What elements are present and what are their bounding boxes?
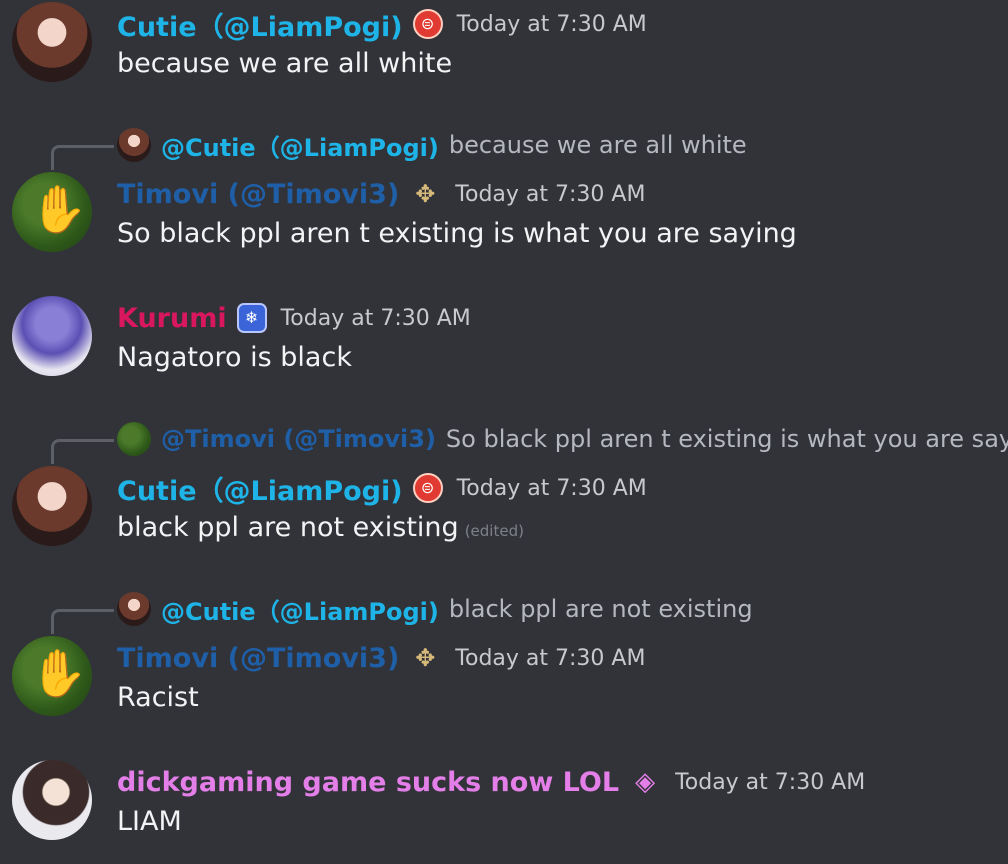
timestamp: Today at 7:30 AM [455,181,646,207]
avatar-timovi[interactable]: ✋ [12,636,92,716]
timestamp: Today at 7:30 AM [456,11,647,37]
reply-username[interactable]: @Timovi (@Timovi3) [161,425,436,453]
reply-connector [51,609,114,634]
reply-connector [51,145,114,170]
username[interactable]: Cutie（@LiamPogi) [117,469,403,508]
edited-label: (edited) [464,522,524,540]
reply-avatar [117,128,151,162]
reply-preview[interactable]: @Timovi (@Timovi3) So black ppl aren t e… [0,419,1008,464]
reply-preview[interactable]: @Cutie（@LiamPogi) black ppl are not exis… [0,589,1008,634]
message-text: Racist [117,682,199,713]
reply-username[interactable]: @Cutie（@LiamPogi) [161,592,439,627]
username[interactable]: Timovi (@Timovi3) [117,179,399,210]
waving-hand-icon: ✋ [30,646,88,700]
reply-text: So black ppl aren t existing is what you… [445,425,1008,453]
message-text: black ppl are not existing [117,512,459,543]
reply-text: because we are all white [448,131,747,159]
username[interactable]: dickgaming game sucks now LOL [117,767,619,798]
avatar-dickgaming[interactable] [12,760,92,840]
username[interactable]: Cutie（@LiamPogi) [117,5,403,44]
username[interactable]: Timovi (@Timovi3) [117,643,399,674]
avatar-timovi[interactable]: ✋ [12,172,92,252]
purple-gem-badge-icon[interactable]: ◈ [629,766,661,798]
winged-emblem-icon[interactable]: ✥ [409,178,441,210]
timestamp: Today at 7:30 AM [280,305,471,331]
winged-emblem-icon[interactable]: ✥ [409,642,441,674]
timestamp: Today at 7:30 AM [455,645,646,671]
message-text: Nagatoro is black [117,342,352,373]
timestamp: Today at 7:30 AM [675,769,866,795]
red-circle-badge-icon[interactable]: ⊜ [412,9,443,39]
reply-text: black ppl are not existing [448,595,753,623]
message-text: because we are all white [117,48,453,79]
waving-hand-icon: ✋ [30,182,88,236]
reply-avatar [117,422,151,456]
blue-snowflake-badge-icon[interactable]: ❄ [236,303,267,333]
avatar-cutie[interactable] [12,466,92,546]
reply-avatar [117,592,151,626]
avatar-kurumi[interactable] [12,296,92,376]
username[interactable]: Kurumi [117,303,227,334]
red-circle-badge-icon[interactable]: ⊜ [412,473,443,503]
avatar-cutie[interactable] [12,2,92,82]
message-text: So black ppl aren t existing is what you… [117,218,797,249]
reply-connector [51,439,114,464]
timestamp: Today at 7:30 AM [456,475,647,501]
reply-username[interactable]: @Cutie（@LiamPogi) [161,128,439,163]
message-text: LIAM [117,806,182,837]
reply-preview[interactable]: @Cutie（@LiamPogi) because we are all whi… [0,125,1008,170]
message-content: black ppl are not existing (edited) [117,512,524,543]
